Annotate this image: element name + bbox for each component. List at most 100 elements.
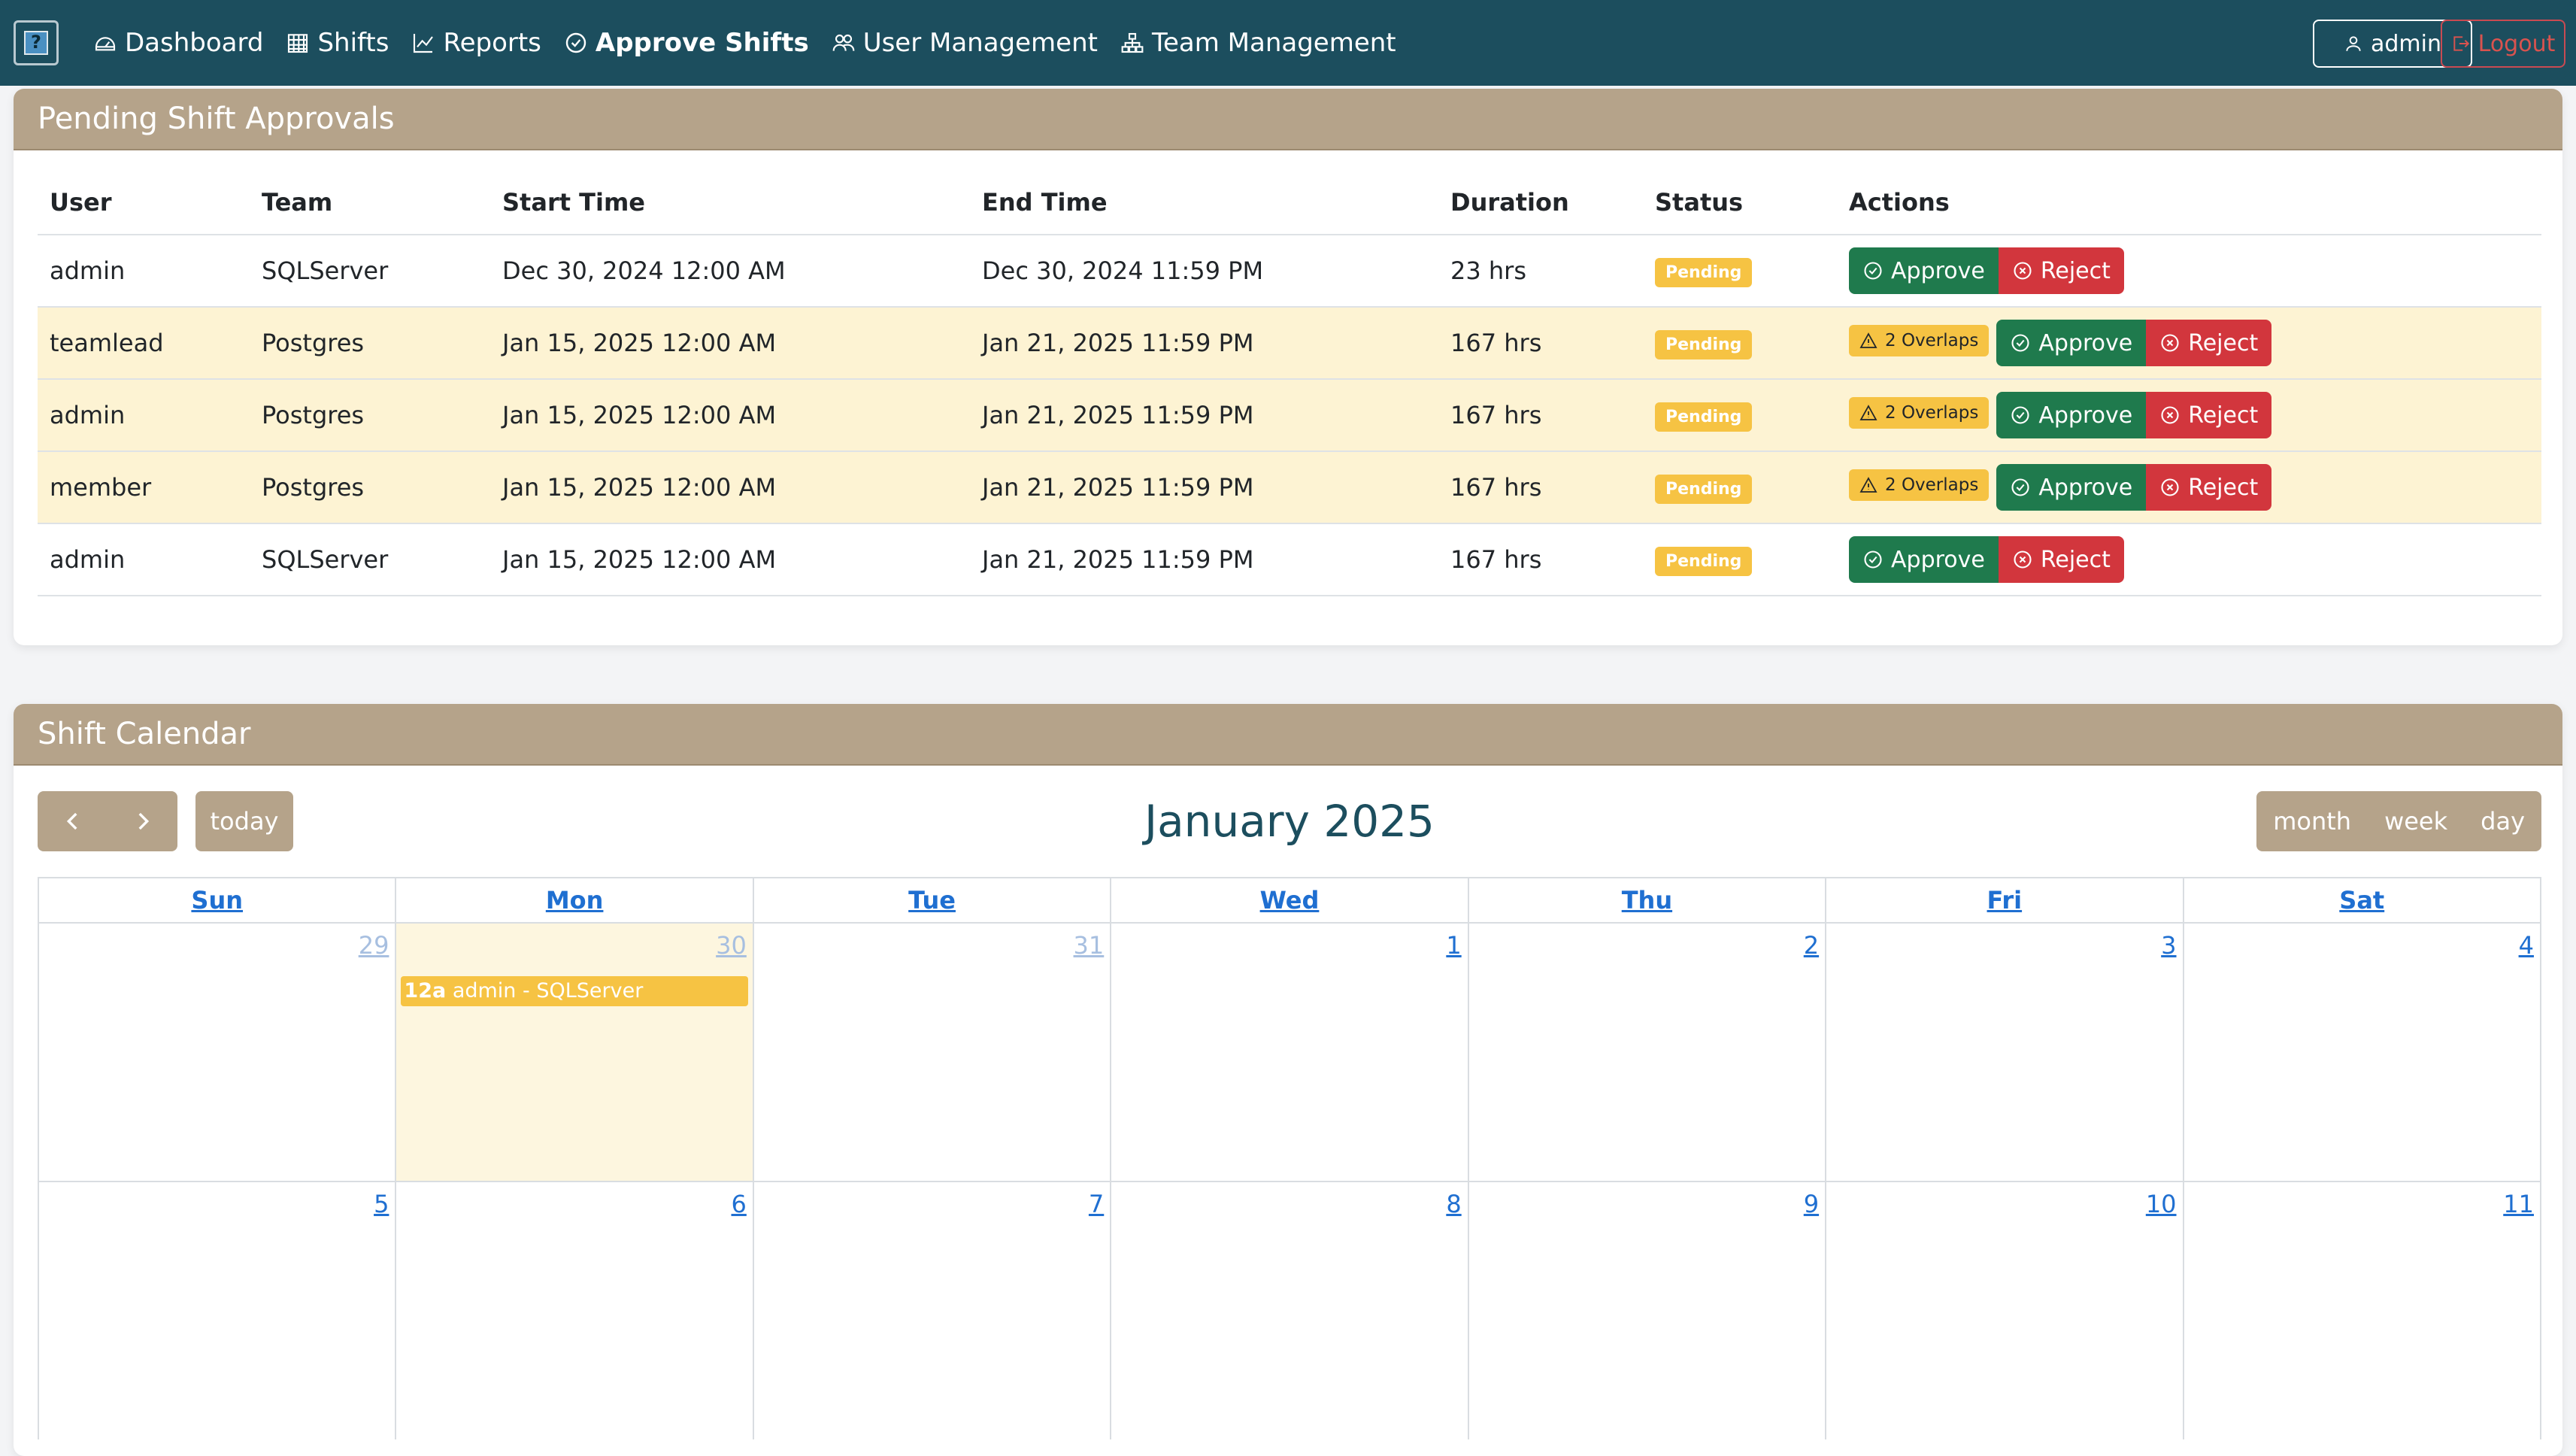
calendar-day-cell[interactable]: 31 (754, 924, 1112, 1181)
cell-end-time: Dec 30, 2024 11:59 PM (970, 235, 1438, 308)
day-number[interactable]: 29 (359, 931, 389, 960)
cell-user: admin (38, 235, 250, 308)
day-number[interactable]: 31 (1074, 931, 1105, 960)
approve-button[interactable]: Approve (1996, 392, 2147, 438)
cell-actions: 2 Overlaps Approve Reject (1837, 307, 2541, 380)
day-number[interactable]: 8 (1446, 1190, 1461, 1218)
weekday-header-mon[interactable]: Mon (396, 878, 754, 922)
nav-dashboard[interactable]: Dashboard (93, 28, 263, 58)
chart-line-icon (414, 34, 434, 53)
overlap-badge[interactable]: 2 Overlaps (1849, 397, 1990, 429)
reject-button[interactable]: Reject (2146, 392, 2272, 438)
app-logo[interactable]: ? (14, 20, 59, 65)
weekday-header-row: Sun Mon Tue Wed Thu Fri Sat (38, 877, 2541, 922)
day-number[interactable]: 10 (2146, 1190, 2177, 1218)
approve-button[interactable]: Approve (1996, 464, 2147, 511)
chevron-right-icon (138, 812, 149, 830)
weekday-header-fri[interactable]: Fri (1826, 878, 2184, 922)
reject-button[interactable]: Reject (2146, 464, 2272, 511)
day-number[interactable]: 5 (374, 1190, 389, 1218)
cell-team: SQLServer (250, 523, 490, 596)
approve-button[interactable]: Approve (1996, 320, 2147, 366)
prev-month-button[interactable] (38, 791, 108, 851)
nav-reports[interactable]: Reports (411, 28, 541, 58)
chevron-left-icon (66, 812, 77, 830)
weekday-header-sun[interactable]: Sun (39, 878, 397, 922)
overlap-badge[interactable]: 2 Overlaps (1849, 325, 1990, 356)
table-row: teamlead Postgres Jan 15, 2025 12:00 AM Jan… (38, 307, 2541, 380)
calendar-month-title: January 2025 (1144, 796, 1435, 847)
calendar-day-cell[interactable]: 2 (1469, 924, 1827, 1181)
view-day-button[interactable]: day (2464, 807, 2541, 836)
calendar-day-cell[interactable]: 3 (1826, 924, 2184, 1181)
weekday-header-tue[interactable]: Tue (754, 878, 1112, 922)
today-button[interactable]: today (195, 791, 293, 851)
calendar-day-cell[interactable]: 10 (1826, 1182, 2184, 1439)
nav-approve-shifts-label: Approve Shifts (595, 28, 809, 58)
nav-user-management-label: User Management (862, 28, 1098, 58)
calendar-grid-icon (288, 34, 308, 53)
day-number[interactable]: 1 (1446, 931, 1461, 960)
calendar-week-row: 5 6 7 8 9 10 11 (38, 1181, 2541, 1439)
calendar-nav-buttons (38, 791, 177, 851)
view-month-button[interactable]: month (2256, 807, 2368, 836)
day-number[interactable]: 2 (1804, 931, 1819, 960)
check-circle-icon (2011, 334, 2029, 352)
col-start-time: Start Time (490, 150, 970, 235)
calendar-day-cell[interactable]: 30 12a admin - SQLServer (396, 924, 754, 1181)
overlap-badge[interactable]: 2 Overlaps (1849, 469, 1990, 501)
calendar-day-cell[interactable]: 6 (396, 1182, 754, 1439)
event-title: admin - SQLServer (452, 979, 644, 1003)
day-number[interactable]: 6 (731, 1190, 746, 1218)
calendar-day-cell[interactable]: 1 (1111, 924, 1469, 1181)
weekday-header-sat[interactable]: Sat (2184, 878, 2540, 922)
reject-label: Reject (2188, 329, 2259, 356)
table-row: member Postgres Jan 15, 2025 12:00 AM Jan 2… (38, 451, 2541, 524)
approve-button[interactable]: Approve (1849, 536, 1999, 583)
nav-team-management[interactable]: Team Management (1120, 28, 1396, 58)
nav-menu: Dashboard Shifts Reports Approve Shifts … (93, 0, 1419, 86)
approval-action-group: Approve Reject (1849, 536, 2124, 583)
cell-duration: 167 hrs (1438, 307, 1643, 380)
calendar-day-cell[interactable]: 29 (39, 924, 397, 1181)
nav-team-management-label: Team Management (1151, 28, 1396, 58)
nav-user-management[interactable]: User Management (832, 28, 1098, 58)
reject-label: Reject (2188, 474, 2259, 501)
reject-button[interactable]: Reject (1998, 536, 2124, 583)
weekday-header-thu[interactable]: Thu (1469, 878, 1827, 922)
day-number[interactable]: 3 (2161, 931, 2176, 960)
calendar-event[interactable]: 12a admin - SQLServer (401, 976, 748, 1006)
reject-button[interactable]: Reject (1998, 247, 2124, 294)
day-number[interactable]: 11 (2503, 1190, 2534, 1218)
logout-button[interactable]: Logout (2441, 20, 2565, 68)
cell-start-time: Jan 15, 2025 12:00 AM (490, 307, 970, 380)
approve-button[interactable]: Approve (1849, 247, 1999, 294)
nav-shifts[interactable]: Shifts (286, 28, 389, 58)
col-actions: Actions (1837, 150, 2541, 235)
calendar-day-cell[interactable]: 8 (1111, 1182, 1469, 1439)
day-number[interactable]: 30 (716, 931, 747, 960)
cell-actions: 2 Overlaps Approve Reject (1837, 379, 2541, 452)
calendar-day-cell[interactable]: 9 (1469, 1182, 1827, 1439)
check-circle-icon (2011, 406, 2029, 424)
cell-end-time: Jan 21, 2025 11:59 PM (970, 379, 1438, 452)
next-month-button[interactable] (108, 791, 177, 851)
nav-approve-shifts[interactable]: Approve Shifts (564, 28, 809, 58)
warning-icon (1859, 332, 1877, 348)
shift-calendar-card: Shift Calendar January 2025 today month … (14, 704, 2562, 1456)
approval-action-group: Approve Reject (1849, 247, 2124, 294)
day-number[interactable]: 7 (1089, 1190, 1104, 1218)
calendar-day-cell[interactable]: 5 (39, 1182, 397, 1439)
day-number[interactable]: 4 (2519, 931, 2534, 960)
x-circle-icon (2161, 334, 2179, 352)
calendar-day-cell[interactable]: 7 (754, 1182, 1112, 1439)
cell-duration: 23 hrs (1438, 235, 1643, 308)
calendar-day-cell[interactable]: 4 (2184, 924, 2540, 1181)
reject-button[interactable]: Reject (2146, 320, 2272, 366)
view-week-button[interactable]: week (2368, 807, 2464, 836)
weekday-header-wed[interactable]: Wed (1111, 878, 1469, 922)
calendar-day-cell[interactable]: 11 (2184, 1182, 2540, 1439)
help-icon: ? (24, 31, 48, 55)
day-number[interactable]: 9 (1804, 1190, 1819, 1218)
cell-end-time: Jan 21, 2025 11:59 PM (970, 307, 1438, 380)
